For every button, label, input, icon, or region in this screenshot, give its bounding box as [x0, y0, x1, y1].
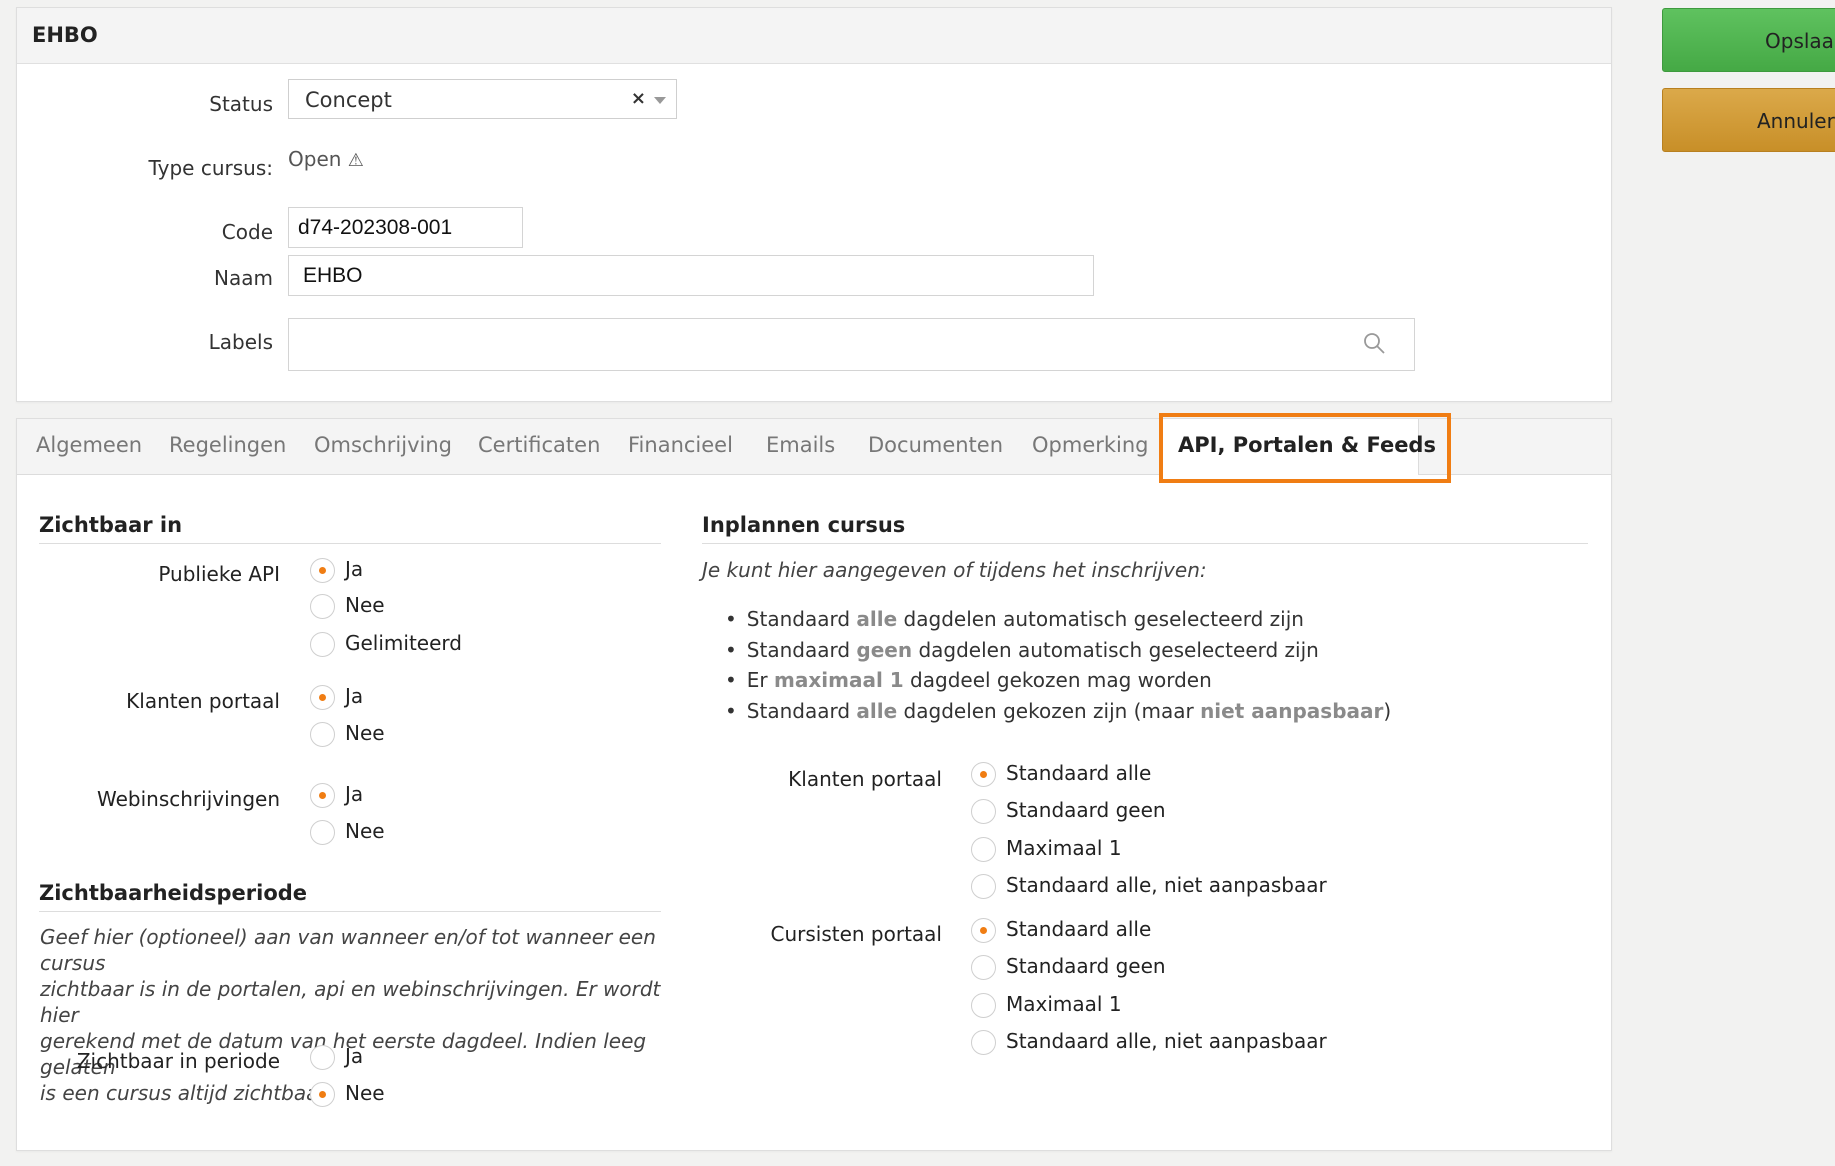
bullet-text: Standaard	[746, 698, 857, 723]
option-label: Standaard alle	[1006, 917, 1152, 941]
option-label: Nee	[345, 1081, 385, 1105]
radio[interactable]	[310, 632, 335, 657]
radio[interactable]	[971, 1030, 996, 1055]
option-label: Nee	[345, 593, 385, 617]
periode-description: Geef hier (optioneel) aan van wanneer en…	[40, 924, 680, 1106]
bullet-item: Standaard alle dagdelen automatisch gese…	[725, 604, 1391, 635]
tab-omschrijving[interactable]: Omschrijving	[314, 433, 452, 457]
labels-label: Labels	[208, 330, 273, 354]
option-label: Standaard alle, niet aanpasbaar	[1006, 873, 1327, 897]
option-label: Ja	[345, 782, 364, 806]
option-label: Standaard alle	[1006, 761, 1152, 785]
status-select[interactable]: Concept ×	[288, 79, 677, 119]
tab-certificaten[interactable]: Certificaten	[478, 433, 600, 457]
status-value: Concept	[305, 88, 392, 112]
option-label: Ja	[345, 1044, 364, 1068]
bullet-text: Standaard	[746, 637, 857, 662]
page-title: EHBO	[17, 8, 1611, 64]
radio[interactable]	[971, 837, 996, 862]
code-label: Code	[221, 220, 273, 244]
option-label: Maximaal 1	[1006, 992, 1122, 1016]
option-label: Gelimiteerd	[345, 631, 462, 655]
tab-algemeen[interactable]: Algemeen	[36, 433, 142, 457]
radio[interactable]	[310, 1045, 335, 1070]
tab-api-portalen-feeds[interactable]: API, Portalen & Feeds	[1159, 419, 1436, 475]
radio[interactable]	[971, 993, 996, 1018]
webinschrijvingen-label: Webinschrijvingen	[96, 787, 280, 811]
bullet-text: Standaard	[746, 607, 857, 631]
option-label: Standaard geen	[1006, 954, 1166, 978]
bullet-emphasis: geen	[856, 637, 913, 662]
bullet-emphasis: alle	[856, 698, 898, 723]
type-cursus-value: Open ⚠	[288, 147, 364, 171]
description-line: Geef hier (optioneel) aan van wanneer en…	[40, 925, 656, 975]
bullet-emphasis: alle	[856, 607, 898, 631]
tab-documenten[interactable]: Documenten	[868, 433, 1003, 457]
code-input[interactable]: d74-202308-001	[288, 207, 523, 248]
tab-opmerking[interactable]: Opmerking	[1032, 433, 1149, 457]
warning-icon: ⚠	[347, 150, 364, 171]
klanten-portaal-label: Klanten portaal	[126, 689, 280, 713]
option-label: Standaard alle, niet aanpasbaar	[1006, 1029, 1327, 1053]
radio[interactable]	[971, 955, 996, 980]
description-line: zichtbaar is in de portalen, api en webi…	[40, 977, 661, 1027]
radio[interactable]	[310, 820, 335, 845]
type-cursus-label: Type cursus:	[148, 156, 273, 180]
labels-input[interactable]	[288, 318, 1415, 371]
bullet-text: dagdeel gekozen mag worden	[903, 668, 1212, 692]
option-label: Maximaal 1	[1006, 836, 1122, 860]
naam-label: Naam	[214, 266, 273, 290]
bullet-emphasis: niet aanpasbaar	[1200, 698, 1384, 723]
bullet-emphasis: maximaal 1	[774, 668, 904, 692]
tab-api-portalen-feeds-label: API, Portalen & Feeds	[1178, 433, 1436, 457]
radio-checked[interactable]	[310, 783, 335, 808]
radio-checked[interactable]	[310, 685, 335, 710]
cancel-button[interactable]: Annuleren	[1662, 88, 1835, 152]
inplannen-bullets: Standaard alle dagdelen automatisch gese…	[725, 604, 1391, 726]
section-zichtbaar-in: Zichtbaar in	[39, 513, 661, 544]
save-button[interactable]: Opslaan	[1662, 8, 1835, 72]
radio-checked[interactable]	[310, 1082, 335, 1107]
radio-checked[interactable]	[971, 762, 996, 787]
option-label: Nee	[345, 721, 385, 745]
radio[interactable]	[310, 722, 335, 747]
inplannen-intro: Je kunt hier aangegeven of tijdens het i…	[702, 558, 1207, 582]
bullet-text: )	[1383, 698, 1392, 723]
zichtbaar-in-periode-label: Zichtbaar in periode	[76, 1049, 280, 1073]
tab-financieel[interactable]: Financieel	[628, 433, 733, 457]
bullet-text: dagdelen automatisch geselecteerd zijn	[897, 607, 1304, 631]
status-label: Status	[209, 92, 273, 116]
bullet-text: dagdelen automatisch geselecteerd zijn	[912, 637, 1319, 662]
course-header-panel: EHBO Status Concept × Type cursus: Open …	[16, 7, 1612, 402]
bullet-text: dagdelen gekozen zijn (maar	[897, 698, 1201, 723]
type-cursus-text: Open	[288, 147, 342, 171]
bullet-item: Standaard alle dagdelen gekozen zijn (ma…	[725, 696, 1391, 727]
option-label: Ja	[345, 684, 364, 708]
publieke-api-label: Publieke API	[158, 562, 280, 586]
cursisten-portaal-label: Cursisten portaal	[770, 922, 942, 946]
radio[interactable]	[971, 874, 996, 899]
section-inplannen-cursus: Inplannen cursus	[702, 513, 1588, 544]
tab-regelingen[interactable]: Regelingen	[169, 433, 286, 457]
option-label: Nee	[345, 819, 385, 843]
radio-checked[interactable]	[971, 918, 996, 943]
bullet-item: Standaard geen dagdelen automatisch gese…	[725, 635, 1391, 666]
clear-icon[interactable]: ×	[631, 88, 646, 109]
search-icon[interactable]	[1362, 331, 1386, 355]
tab-emails[interactable]: Emails	[766, 433, 835, 457]
naam-input[interactable]: EHBO	[288, 255, 1094, 296]
bullet-item: Er maximaal 1 dagdeel gekozen mag worden	[725, 665, 1391, 696]
inplannen-klanten-portaal-label: Klanten portaal	[788, 767, 942, 791]
bullet-text: Er	[746, 668, 775, 692]
radio-checked[interactable]	[310, 558, 335, 583]
chevron-down-icon[interactable]	[654, 97, 666, 104]
option-label: Ja	[345, 557, 364, 581]
radio[interactable]	[310, 594, 335, 619]
option-label: Standaard geen	[1006, 798, 1166, 822]
tab-bar: Algemeen Regelingen Omschrijving Certifi…	[17, 419, 1611, 475]
radio[interactable]	[971, 799, 996, 824]
section-zichtbaarheidsperiode: Zichtbaarheidsperiode	[39, 881, 661, 912]
